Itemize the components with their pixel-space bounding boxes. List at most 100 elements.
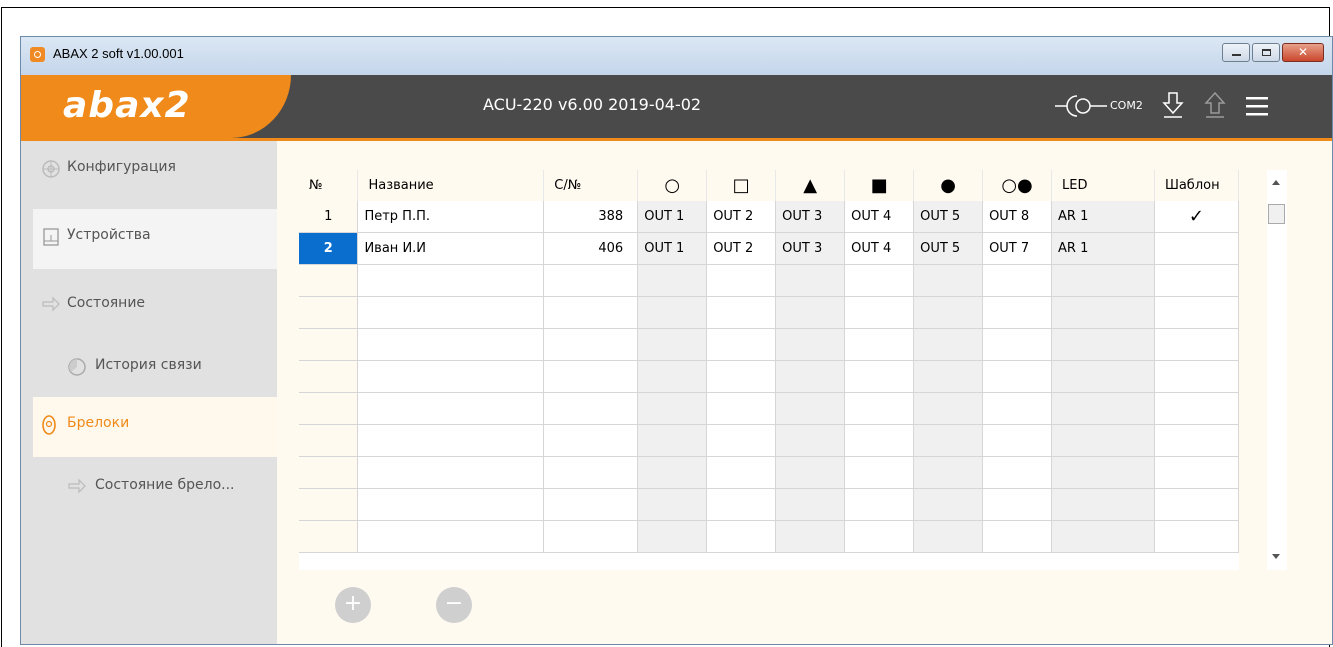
cell-out-filled-square[interactable]: OUT 4 — [844, 232, 915, 265]
col-header-square[interactable]: □ — [706, 170, 777, 201]
cell-out-square[interactable]: OUT 2 — [706, 232, 777, 265]
device-info: ACU-220 v6.00 2019-04-02 — [483, 95, 702, 114]
empty-cell — [1154, 328, 1239, 361]
download-icon[interactable] — [1161, 91, 1185, 119]
main-content: № Название С/№ ○ □ ▲ ■ ● ○● LED Шаблон 1… — [277, 141, 1332, 644]
cell-out-filled-circle[interactable]: OUT 5 — [913, 232, 984, 265]
empty-cell — [982, 520, 1053, 553]
vertical-scrollbar[interactable] — [1267, 170, 1287, 570]
close-button[interactable] — [1282, 43, 1324, 62]
cell-template[interactable]: ✓ — [1154, 201, 1239, 233]
empty-cell — [1051, 520, 1155, 553]
empty-cell — [844, 520, 915, 553]
cell-out-triangle[interactable]: OUT 3 — [775, 201, 846, 233]
empty-cell — [299, 392, 359, 425]
empty-cell — [543, 424, 639, 457]
empty-cell — [706, 488, 777, 521]
add-keyfob-button[interactable]: + — [335, 587, 371, 623]
cell-name[interactable]: Иван И.И — [357, 232, 545, 265]
cell-led[interactable]: AR 1 — [1051, 232, 1155, 265]
cell-out-filled-square[interactable]: OUT 4 — [844, 201, 915, 233]
scroll-down-arrow-icon[interactable] — [1272, 554, 1280, 559]
empty-cell — [982, 360, 1053, 393]
col-header-number[interactable]: № — [299, 170, 359, 201]
scroll-thumb[interactable] — [1268, 204, 1285, 224]
empty-cell — [775, 296, 846, 329]
table-row[interactable]: 1 Петр П.П. 388 OUT 1 OUT 2 OUT 3 OUT 4 … — [299, 201, 1239, 233]
empty-cell — [357, 488, 545, 521]
empty-cell — [982, 488, 1053, 521]
empty-cell — [637, 392, 708, 425]
empty-cell — [357, 520, 545, 553]
cell-out-two-buttons[interactable]: OUT 8 — [982, 201, 1053, 233]
cell-out-filled-circle[interactable]: OUT 5 — [913, 201, 984, 233]
sidebar-item-keyfobs[interactable]: Брелоки — [33, 397, 277, 457]
sidebar-item-keyfob-status[interactable]: Состояние брело... — [33, 459, 277, 519]
empty-cell — [299, 328, 359, 361]
remove-keyfob-button[interactable]: − — [436, 587, 472, 623]
empty-cell — [1154, 360, 1239, 393]
empty-cell — [775, 264, 846, 297]
col-header-name[interactable]: Название — [357, 170, 545, 201]
empty-cell — [1154, 264, 1239, 297]
empty-table-row — [299, 360, 1239, 393]
col-header-filled-square[interactable]: ■ — [844, 170, 915, 201]
empty-cell — [706, 264, 777, 297]
sidebar-item-status[interactable]: Состояние — [33, 277, 277, 337]
empty-cell — [357, 264, 545, 297]
menu-icon[interactable] — [1245, 95, 1269, 117]
col-header-serial[interactable]: С/№ — [543, 170, 639, 201]
window-controls — [1220, 43, 1324, 62]
row-number[interactable]: 1 — [299, 201, 359, 233]
maximize-button[interactable] — [1252, 43, 1280, 62]
empty-cell — [1051, 392, 1155, 425]
col-header-filled-circle[interactable]: ● — [913, 170, 984, 201]
cell-name[interactable]: Петр П.П. — [357, 201, 545, 233]
empty-cell — [775, 328, 846, 361]
empty-cell — [1051, 488, 1155, 521]
empty-table-row — [299, 424, 1239, 457]
empty-cell — [913, 328, 984, 361]
empty-cell — [844, 296, 915, 329]
col-header-two-buttons[interactable]: ○● — [982, 170, 1053, 201]
scroll-up-arrow-icon[interactable] — [1272, 180, 1280, 185]
sidebar-item-connection-history[interactable]: История связи — [33, 339, 277, 399]
empty-cell — [357, 328, 545, 361]
sidebar-item-label: Устройства — [67, 227, 151, 243]
sidebar-item-label: Брелоки — [67, 415, 130, 431]
sidebar-item-label: Состояние — [67, 295, 146, 311]
title-bar[interactable]: ABAX 2 soft v1.00.001 — [21, 37, 1332, 75]
empty-cell — [1051, 424, 1155, 457]
empty-cell — [844, 456, 915, 489]
cell-out-triangle[interactable]: OUT 3 — [775, 232, 846, 265]
plus-icon: + — [343, 591, 363, 616]
sidebar-item-configuration[interactable]: Конфигурация — [33, 141, 277, 201]
cell-out-circle[interactable]: OUT 1 — [637, 201, 708, 233]
cell-template[interactable] — [1154, 232, 1239, 265]
cell-serial[interactable]: 388 — [543, 201, 639, 233]
empty-cell — [1051, 360, 1155, 393]
empty-cell — [913, 520, 984, 553]
cell-out-square[interactable]: OUT 2 — [706, 201, 777, 233]
row-number[interactable]: 2 — [299, 232, 359, 265]
cell-out-circle[interactable]: OUT 1 — [637, 232, 708, 265]
cell-serial[interactable]: 406 — [543, 232, 639, 265]
empty-cell — [982, 264, 1053, 297]
cell-out-two-buttons[interactable]: OUT 7 — [982, 232, 1053, 265]
col-header-template[interactable]: Шаблон — [1154, 170, 1239, 201]
col-header-triangle[interactable]: ▲ — [775, 170, 846, 201]
empty-cell — [844, 424, 915, 457]
table-row[interactable]: 2 Иван И.И 406 OUT 1 OUT 2 OUT 3 OUT 4 O… — [299, 232, 1239, 265]
empty-cell — [844, 328, 915, 361]
sidebar-item-label: Конфигурация — [67, 159, 176, 175]
empty-cell — [775, 392, 846, 425]
col-header-circle[interactable]: ○ — [637, 170, 708, 201]
connection-icon[interactable] — [1053, 93, 1109, 119]
empty-cell — [637, 456, 708, 489]
empty-cell — [357, 392, 545, 425]
col-header-led[interactable]: LED — [1051, 170, 1155, 201]
upload-icon[interactable] — [1203, 91, 1227, 119]
minimize-button[interactable] — [1222, 43, 1250, 62]
sidebar-item-devices[interactable]: Устройства — [33, 209, 277, 269]
cell-led[interactable]: AR 1 — [1051, 201, 1155, 233]
